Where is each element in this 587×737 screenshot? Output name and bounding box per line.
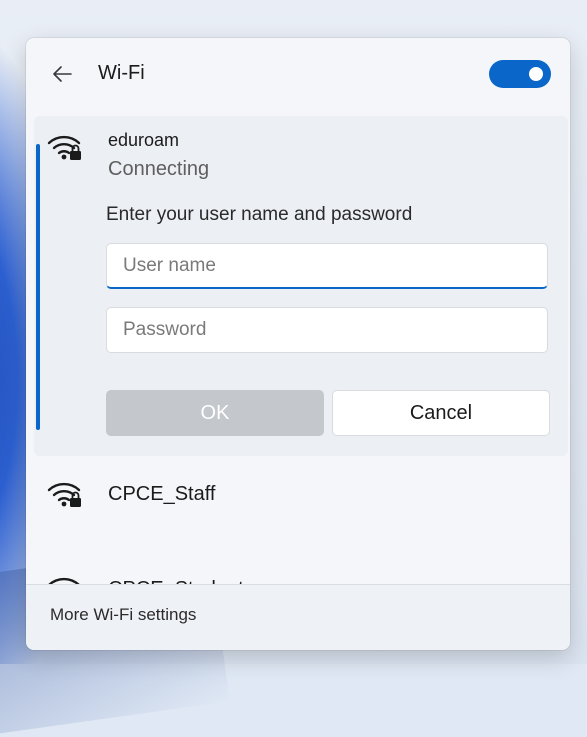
credentials-prompt: Enter your user name and password — [106, 204, 413, 225]
cancel-button[interactable]: Cancel — [332, 390, 550, 436]
flyout-footer: More Wi-Fi settings — [26, 584, 570, 650]
wifi-secured-icon — [47, 135, 81, 160]
password-field[interactable] — [106, 307, 548, 353]
network-item[interactable]: CPCE_Staff — [26, 463, 570, 525]
back-button[interactable] — [48, 60, 76, 88]
ok-button[interactable]: OK — [106, 390, 324, 436]
back-arrow-icon — [53, 66, 72, 82]
network-name: eduroam — [108, 130, 180, 150]
flyout-header: Wi-Fi — [26, 38, 570, 110]
selection-indicator — [36, 144, 40, 430]
username-field[interactable] — [106, 243, 548, 289]
wifi-flyout: Wi-Fi eduroam Connecting Enter your user… — [26, 38, 570, 650]
toggle-knob — [529, 67, 543, 81]
wifi-secured-icon — [47, 482, 81, 507]
wifi-toggle[interactable] — [489, 60, 551, 88]
network-name: CPCE_Staff — [108, 483, 216, 505]
page-title: Wi-Fi — [98, 62, 145, 84]
more-wifi-settings-link[interactable]: More Wi-Fi settings — [50, 605, 196, 625]
connecting-network-card: eduroam Connecting Enter your user name … — [34, 116, 568, 456]
network-status: Connecting — [108, 158, 210, 180]
